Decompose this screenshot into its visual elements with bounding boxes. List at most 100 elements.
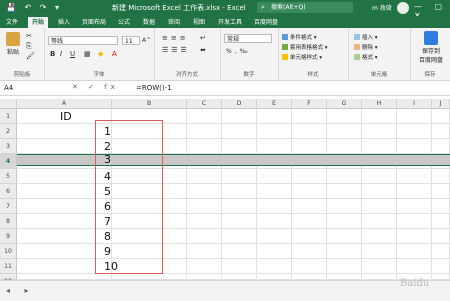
grid-cell[interactable] bbox=[292, 244, 327, 259]
grid-cell[interactable] bbox=[222, 229, 257, 244]
row-header-selected[interactable]: 4 bbox=[0, 154, 17, 169]
save-to-baidu-button[interactable]: 保存到 百度网盘 bbox=[416, 31, 446, 64]
tab-view[interactable]: 视图 bbox=[193, 17, 205, 28]
italic-button[interactable]: I bbox=[60, 50, 62, 58]
grid-cell[interactable] bbox=[222, 139, 257, 154]
border-icon[interactable]: ▦ bbox=[84, 50, 91, 58]
font-name-select[interactable]: 等线 bbox=[48, 36, 118, 45]
grid-cell[interactable] bbox=[222, 244, 257, 259]
grid-cell[interactable] bbox=[187, 169, 222, 184]
grid-cell[interactable] bbox=[292, 184, 327, 199]
grid-cell[interactable] bbox=[187, 139, 222, 154]
grid-cell[interactable] bbox=[397, 109, 432, 124]
grid-cell[interactable] bbox=[432, 109, 450, 124]
cut-icon[interactable]: ✂ bbox=[26, 32, 32, 40]
grid-cell[interactable] bbox=[397, 124, 432, 139]
grid-cell[interactable] bbox=[292, 229, 327, 244]
grid-cell[interactable] bbox=[222, 124, 257, 139]
tab-data[interactable]: 数据 bbox=[143, 17, 155, 28]
row-header[interactable]: 7 bbox=[0, 199, 17, 214]
search-box[interactable]: ⌕ 搜索(Alt+Q) bbox=[257, 2, 353, 13]
grid-cell[interactable] bbox=[327, 244, 362, 259]
grid-cell[interactable] bbox=[187, 229, 222, 244]
grid-cell[interactable] bbox=[257, 244, 292, 259]
grid-cell[interactable] bbox=[292, 199, 327, 214]
row-header[interactable]: 11 bbox=[0, 259, 17, 274]
format-as-table-button[interactable]: 套用表格格式 ▾ bbox=[282, 43, 328, 51]
avatar[interactable] bbox=[397, 2, 409, 14]
grid-cell[interactable] bbox=[397, 169, 432, 184]
grid-cell[interactable] bbox=[257, 109, 292, 124]
conditional-format-button[interactable]: 条件格式 ▾ bbox=[282, 33, 317, 41]
grid-cell[interactable] bbox=[362, 139, 397, 154]
column-header-h[interactable]: H bbox=[362, 99, 397, 109]
grid-cell[interactable] bbox=[292, 214, 327, 229]
grid-cell[interactable] bbox=[327, 214, 362, 229]
grid-cell[interactable] bbox=[187, 259, 222, 274]
grid-cell[interactable] bbox=[292, 259, 327, 274]
tab-review[interactable]: 审阅 bbox=[168, 17, 180, 28]
grid-cell[interactable] bbox=[222, 199, 257, 214]
grid-cell[interactable] bbox=[397, 199, 432, 214]
number-format-icons[interactable]: %,‰ bbox=[226, 48, 251, 55]
row-header[interactable]: 10 bbox=[0, 244, 17, 259]
grid-cell[interactable] bbox=[222, 259, 257, 274]
row-header[interactable]: 1 bbox=[0, 109, 17, 124]
grid-cell[interactable] bbox=[432, 199, 450, 214]
row-header[interactable]: 5 bbox=[0, 169, 17, 184]
tab-page-layout[interactable]: 页面布局 bbox=[82, 17, 106, 28]
grid-cell[interactable] bbox=[327, 124, 362, 139]
vertical-align-icons[interactable]: ≡≡≡ bbox=[162, 34, 189, 42]
row-header[interactable]: 6 bbox=[0, 184, 17, 199]
formula-icons[interactable]: ✕ ✓ fx bbox=[72, 83, 119, 91]
grid-cell[interactable] bbox=[257, 259, 292, 274]
grid-cell[interactable] bbox=[222, 109, 257, 124]
grid-cell[interactable] bbox=[432, 259, 450, 274]
column-header-i[interactable]: I bbox=[397, 99, 432, 109]
grid-cell[interactable] bbox=[222, 169, 257, 184]
grid-cell[interactable] bbox=[432, 124, 450, 139]
merge-center-icon[interactable]: ⬌ bbox=[200, 46, 206, 54]
column-header-b[interactable]: B bbox=[112, 99, 187, 109]
grid-cell[interactable] bbox=[327, 199, 362, 214]
grid-cell[interactable] bbox=[362, 184, 397, 199]
grid-cell[interactable] bbox=[362, 259, 397, 274]
grid-cell[interactable] bbox=[362, 244, 397, 259]
grid-cell[interactable] bbox=[397, 259, 432, 274]
grid-cell[interactable] bbox=[187, 199, 222, 214]
grid-cell[interactable] bbox=[292, 109, 327, 124]
row-header[interactable]: 8 bbox=[0, 214, 17, 229]
tab-home[interactable]: 开始 bbox=[28, 17, 49, 28]
quick-access-toolbar[interactable]: 💾 ↶ ↷ ▾ bbox=[6, 3, 62, 12]
grid-cell[interactable] bbox=[187, 109, 222, 124]
row-header[interactable]: 3 bbox=[0, 139, 17, 154]
grid-cell[interactable] bbox=[327, 229, 362, 244]
grid-cell[interactable] bbox=[187, 184, 222, 199]
format-painter-icon[interactable]: 🖌 bbox=[26, 52, 35, 60]
grid-cell[interactable] bbox=[327, 139, 362, 154]
grid-cell[interactable] bbox=[397, 244, 432, 259]
select-all-corner[interactable] bbox=[0, 99, 17, 109]
cell-a1-id-header[interactable]: ID bbox=[60, 109, 72, 124]
grid-cell[interactable] bbox=[327, 184, 362, 199]
grid-cell[interactable] bbox=[362, 169, 397, 184]
selected-row-4[interactable] bbox=[17, 154, 450, 166]
grid-cell[interactable] bbox=[257, 169, 292, 184]
grid-cell[interactable] bbox=[397, 139, 432, 154]
tab-file[interactable]: 文件 bbox=[6, 17, 18, 28]
grid-cell[interactable] bbox=[432, 244, 450, 259]
grid-cell[interactable] bbox=[362, 229, 397, 244]
delete-cells-button[interactable]: 删除 ▾ bbox=[354, 43, 378, 51]
copy-icon[interactable]: ⎘ bbox=[26, 42, 32, 51]
grid-cell[interactable] bbox=[432, 139, 450, 154]
formula-input[interactable]: =ROW()-1 bbox=[136, 83, 172, 93]
grid-cell[interactable] bbox=[397, 229, 432, 244]
grid-cell[interactable] bbox=[362, 109, 397, 124]
grid-cell[interactable] bbox=[397, 214, 432, 229]
column-header-c[interactable]: C bbox=[187, 99, 222, 109]
insert-cells-button[interactable]: 插入 ▾ bbox=[354, 33, 378, 41]
row-header[interactable]: 2 bbox=[0, 124, 17, 139]
column-header-f[interactable]: F bbox=[292, 99, 327, 109]
column-header-e[interactable]: E bbox=[257, 99, 292, 109]
bold-button[interactable]: B bbox=[50, 50, 55, 58]
